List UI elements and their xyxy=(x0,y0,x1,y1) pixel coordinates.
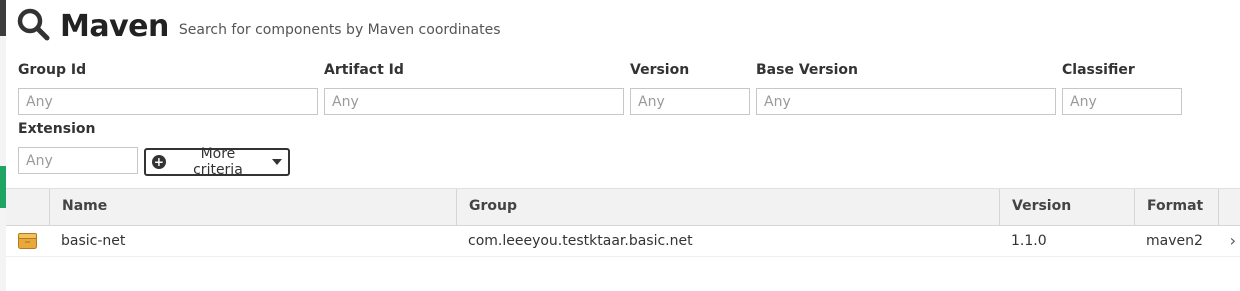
version-criterion: Version xyxy=(630,62,750,115)
version-input[interactable] xyxy=(630,88,750,115)
table-header: Name Group Version Format xyxy=(6,188,1240,226)
artifact-id-label: Artifact Id xyxy=(324,62,404,78)
column-header-name[interactable]: Name xyxy=(49,189,456,225)
chevron-right-icon[interactable]: › xyxy=(1230,226,1236,256)
row-format: maven2 xyxy=(1146,233,1203,249)
caret-down-icon xyxy=(272,159,282,165)
results-table: Name Group Version Format basic-net com.… xyxy=(6,188,1240,257)
page-subtitle: Search for components by Maven coordinat… xyxy=(178,22,501,38)
row-group: com.leeeyou.testktaar.basic.net xyxy=(468,233,693,249)
artifact-id-criterion: Artifact Id xyxy=(324,62,624,115)
base-version-label: Base Version xyxy=(756,62,859,78)
table-row[interactable]: basic-net com.leeeyou.testktaar.basic.ne… xyxy=(6,226,1240,257)
column-header-version[interactable]: Version xyxy=(999,189,1134,225)
version-label: Version xyxy=(630,62,690,78)
group-id-criterion: Group Id xyxy=(18,62,318,115)
extension-label: Extension xyxy=(18,121,96,137)
base-version-criterion: Base Version xyxy=(756,62,1056,115)
column-header-format[interactable]: Format xyxy=(1134,189,1218,225)
row-version: 1.1.0 xyxy=(1011,233,1047,249)
column-header-group[interactable]: Group xyxy=(456,189,999,225)
row-name: basic-net xyxy=(61,233,126,249)
classifier-input[interactable] xyxy=(1062,88,1182,115)
more-criteria-label: More criteria xyxy=(193,146,243,178)
search-icon xyxy=(16,7,50,45)
extension-criterion: Extension xyxy=(18,121,138,174)
group-id-input[interactable] xyxy=(18,88,318,115)
classifier-label: Classifier xyxy=(1062,62,1135,78)
group-id-label: Group Id xyxy=(18,62,87,78)
plus-circle-icon: + xyxy=(152,155,166,169)
page-header: Maven Search for components by Maven coo… xyxy=(16,6,501,46)
artifact-id-input[interactable] xyxy=(324,88,624,115)
base-version-input[interactable] xyxy=(756,88,1056,115)
column-header-icon xyxy=(6,189,49,225)
extension-input[interactable] xyxy=(18,147,138,174)
more-criteria-button[interactable]: + More criteria xyxy=(144,146,290,178)
package-icon xyxy=(18,233,37,249)
column-header-spacer xyxy=(1218,189,1240,225)
classifier-criterion: Classifier xyxy=(1062,62,1182,115)
page-title: Maven xyxy=(60,8,169,44)
